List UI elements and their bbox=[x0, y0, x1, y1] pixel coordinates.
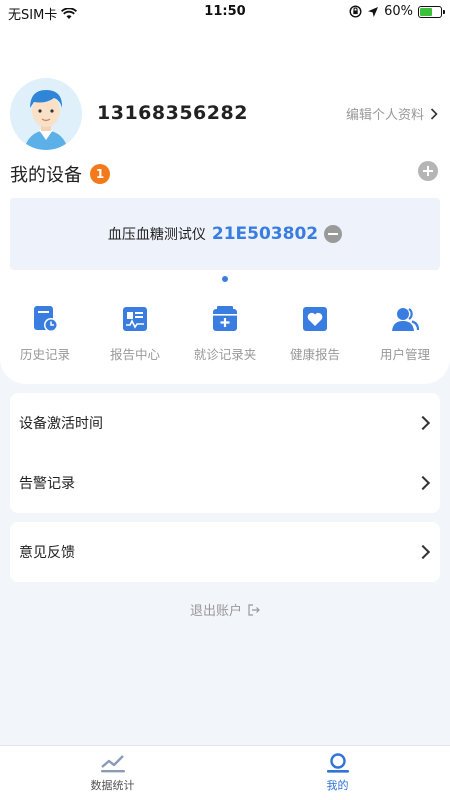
menu-user-management-label: 用户管理 bbox=[379, 347, 430, 362]
menu-history-label: 历史记录 bbox=[19, 347, 70, 362]
chevron-right-icon bbox=[415, 415, 431, 431]
visit-folder-icon bbox=[213, 306, 237, 331]
tab-label: 数据统计 bbox=[90, 779, 135, 792]
tab-bar: 数据统计 我的 bbox=[0, 745, 450, 800]
feedback-list: 意见反馈 bbox=[10, 522, 440, 582]
logout-button[interactable]: 退出账户 bbox=[0, 600, 450, 619]
list-item-label: 告警记录 bbox=[19, 476, 75, 492]
list-item-alarm-records[interactable]: 告警记录 bbox=[10, 453, 440, 513]
edit-profile-link[interactable]: 编辑个人资料 bbox=[346, 104, 438, 123]
add-device-button[interactable] bbox=[418, 161, 438, 181]
menu-report-center-label: 报告中心 bbox=[109, 347, 160, 362]
chevron-right-icon bbox=[430, 107, 438, 120]
list-item-label: 设备激活时间 bbox=[19, 416, 103, 432]
avatar[interactable] bbox=[10, 78, 82, 150]
battery-percent: 60% bbox=[384, 4, 413, 19]
tab-data-statistics[interactable]: 数据统计 bbox=[0, 746, 225, 800]
menu-report-center[interactable]: 报告中心 bbox=[90, 304, 180, 374]
chevron-right-icon bbox=[415, 475, 431, 491]
logout-icon bbox=[248, 603, 260, 616]
chevron-right-icon bbox=[415, 544, 431, 560]
remove-device-button[interactable] bbox=[324, 225, 343, 243]
avatar-illustration bbox=[24, 90, 68, 150]
settings-list: 设备激活时间 告警记录 bbox=[10, 393, 440, 513]
menu-visit-folder-label: 就诊记录夹 bbox=[193, 347, 257, 362]
report-center-icon bbox=[123, 307, 147, 331]
list-item-label: 意见反馈 bbox=[19, 545, 75, 561]
menu-visit-folder[interactable]: 就诊记录夹 bbox=[180, 304, 270, 374]
health-report-icon bbox=[303, 307, 327, 331]
user-management-icon bbox=[392, 308, 420, 331]
quick-menu: 历史记录 报告中心 就诊记录夹 健康报告 用户管理 bbox=[0, 304, 450, 374]
list-item-activation-time[interactable]: 设备激活时间 bbox=[10, 393, 440, 453]
battery-fill bbox=[420, 7, 432, 16]
device-code: 21E503802 bbox=[211, 224, 319, 244]
my-devices-heading: 我的设备 1 bbox=[10, 161, 110, 187]
edit-profile-label: 编辑个人资料 bbox=[345, 108, 424, 123]
tab-label: 我的 bbox=[326, 779, 349, 792]
user-phone: 13168356282 bbox=[97, 102, 248, 124]
status-right: 60% bbox=[349, 4, 445, 19]
device-name: 血压血糖测试仪 bbox=[107, 227, 206, 243]
carousel-dot bbox=[222, 276, 228, 282]
menu-user-management[interactable]: 用户管理 bbox=[360, 304, 450, 374]
battery-icon bbox=[418, 5, 445, 18]
device-card[interactable]: 血压血糖测试仪 21E503802 bbox=[10, 198, 440, 270]
my-devices-title: 我的设备 bbox=[10, 165, 82, 186]
menu-history[interactable]: 历史记录 bbox=[0, 304, 90, 374]
tab-mine[interactable]: 我的 bbox=[225, 746, 450, 800]
device-count-badge: 1 bbox=[90, 164, 110, 184]
orientation-lock-icon bbox=[349, 5, 362, 18]
logout-label: 退出账户 bbox=[189, 604, 242, 619]
location-arrow-icon bbox=[368, 6, 379, 17]
menu-health-report[interactable]: 健康报告 bbox=[270, 304, 360, 374]
menu-health-report-label: 健康报告 bbox=[289, 347, 340, 362]
list-item-feedback[interactable]: 意见反馈 bbox=[10, 522, 440, 582]
history-icon bbox=[34, 306, 58, 332]
profile-icon bbox=[326, 753, 349, 773]
chart-trend-icon bbox=[100, 755, 125, 773]
profile-card: 13168356282 编辑个人资料 我的设备 1 血压血糖测试仪 21E503… bbox=[0, 24, 450, 384]
status-bar: 无SIM卡 11:50 60% bbox=[0, 0, 450, 24]
